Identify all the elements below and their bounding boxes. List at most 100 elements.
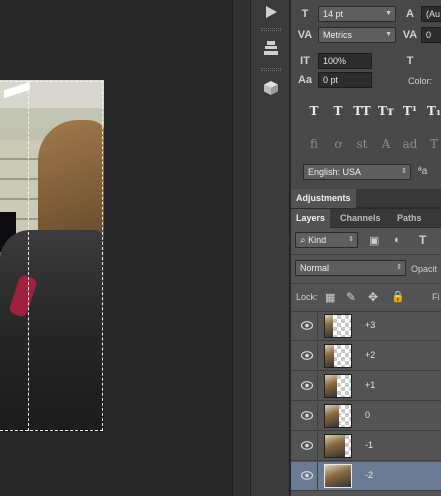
opentype-button[interactable]: st [352, 137, 372, 151]
type-style-button[interactable]: T₁ [424, 104, 441, 118]
leading-value: (Au [426, 9, 441, 19]
filter-kind-value: Kind [308, 235, 327, 245]
selection-marquee-inner[interactable] [28, 81, 31, 431]
character-panel: T 14 pt ▼ A (Au VA Metrics ▼ VA 0 IT 100… [291, 0, 441, 187]
anti-alias-icon[interactable]: ªa [418, 166, 427, 177]
layer-row[interactable]: +3 [291, 312, 441, 341]
fill-label: Fi [432, 292, 440, 302]
layer-thumbnail[interactable] [324, 434, 352, 458]
leading-icon: A [406, 8, 414, 20]
tracking-field[interactable]: 0 [421, 27, 441, 43]
chevron-updown-icon: ⇕ [401, 168, 407, 175]
tracking-icon: VA [402, 29, 418, 41]
vertical-scale-field[interactable]: 100% [318, 53, 372, 69]
clone-source-icon[interactable] [257, 36, 285, 60]
chevron-down-icon: ▼ [385, 31, 392, 38]
filter-kind-dropdown[interactable]: ⌕ Kind ⇕ [295, 232, 358, 248]
layer-row[interactable]: 0 [291, 402, 441, 431]
layer-thumbnail[interactable] [324, 344, 352, 368]
layer-thumbnail-image [325, 315, 333, 337]
panel-divider[interactable] [232, 0, 250, 496]
eye-icon[interactable] [300, 381, 314, 393]
layers-tab-bar: Layers Channels Paths [291, 209, 441, 228]
layer-row[interactable]: -1 [291, 432, 441, 461]
tab-paths[interactable]: Paths [392, 209, 427, 228]
eye-icon[interactable] [300, 321, 314, 333]
panel-icon-strip [250, 0, 290, 496]
selection-marquee[interactable] [0, 81, 103, 431]
type-style-button[interactable]: T¹ [400, 104, 420, 118]
lock-position-icon[interactable]: ✥ [368, 290, 378, 304]
language-value: English: USA [308, 167, 362, 177]
eye-separator [317, 462, 318, 491]
opentype-button[interactable]: fi [304, 137, 324, 151]
layers-separator [291, 254, 441, 255]
pixel-filter-icon[interactable]: ▣ [369, 234, 379, 247]
tracking-value: 0 [426, 30, 432, 40]
opentype-button[interactable]: ơ [328, 137, 348, 151]
font-size-dropdown[interactable]: 14 pt ▼ [318, 6, 396, 22]
layer-thumbnail-image [325, 465, 351, 487]
tab-channels[interactable]: Channels [335, 209, 386, 228]
eye-icon[interactable] [300, 351, 314, 363]
3d-cube-icon[interactable] [257, 76, 285, 100]
opentype-button[interactable]: T [424, 137, 441, 151]
layer-thumbnail[interactable] [324, 404, 352, 428]
layers-panel: ⌕ Kind ⇕ ▣ ◐ T Normal ⇕ Opacit Lock: ▦ ✎… [291, 228, 441, 496]
kerning-value: Metrics [323, 30, 352, 40]
layer-row[interactable]: -2 [291, 462, 441, 491]
strip-grip-2[interactable] [261, 68, 281, 71]
adjustment-filter-icon[interactable]: ◐ [394, 234, 401, 246]
eye-icon[interactable] [300, 471, 314, 483]
chevron-down-icon: ▼ [385, 10, 392, 17]
kerning-dropdown[interactable]: Metrics ▼ [318, 27, 396, 43]
strip-grip[interactable] [261, 28, 281, 31]
baseline-shift-icon: Aa [297, 74, 313, 86]
eye-separator [317, 342, 318, 371]
baseline-shift-value: 0 pt [323, 75, 339, 85]
play-icon[interactable] [257, 0, 285, 24]
lock-all-icon[interactable]: 🔒 [391, 290, 405, 303]
chevron-updown-icon: ⇕ [348, 236, 354, 243]
lock-brush-icon[interactable]: ✎ [346, 290, 356, 304]
eye-icon[interactable] [300, 441, 314, 453]
horizontal-scale-icon: T [406, 55, 414, 67]
search-icon: ⌕ [300, 235, 306, 246]
layer-thumbnail[interactable] [324, 314, 352, 338]
font-size-value: 14 pt [323, 9, 344, 19]
type-style-button[interactable]: TT [352, 104, 372, 118]
layer-thumbnail[interactable] [324, 464, 352, 488]
document-canvas[interactable] [0, 0, 232, 496]
layer-name[interactable]: +2 [365, 350, 375, 360]
layer-thumbnail[interactable] [324, 374, 352, 398]
type-style-button[interactable]: T [328, 104, 348, 118]
layer-name[interactable]: -1 [365, 440, 373, 450]
type-filter-icon[interactable]: T [419, 233, 426, 247]
lock-transparency-icon[interactable]: ▦ [325, 291, 335, 304]
tab-layers[interactable]: Layers [291, 209, 331, 228]
layer-thumbnail-image [325, 345, 334, 367]
layer-name[interactable]: +3 [365, 320, 375, 330]
layer-name[interactable]: -2 [365, 470, 373, 480]
adjustments-tab-bar: Adjustments [291, 189, 441, 208]
type-style-button[interactable]: Tт [376, 104, 396, 118]
baseline-shift-field[interactable]: 0 pt [318, 72, 372, 88]
opentype-button[interactable]: ad [400, 137, 420, 151]
tab-adjustments[interactable]: Adjustments [291, 189, 356, 208]
layer-name[interactable]: +1 [365, 380, 375, 390]
leading-dropdown[interactable]: (Au [421, 6, 441, 22]
layer-row[interactable]: +1 [291, 372, 441, 401]
font-size-icon: T [301, 8, 309, 20]
language-dropdown[interactable]: English: USA ⇕ [303, 164, 411, 180]
color-label: Color: [408, 76, 433, 86]
layer-name[interactable]: 0 [365, 410, 370, 420]
type-style-button[interactable]: T [304, 104, 324, 118]
opentype-button[interactable]: A [376, 137, 396, 151]
kerning-icon: VA [297, 29, 313, 41]
eye-icon[interactable] [300, 411, 314, 423]
eye-separator [317, 312, 318, 341]
layer-thumbnail-image [325, 375, 337, 397]
layer-row[interactable]: +2 [291, 342, 441, 371]
blend-mode-dropdown[interactable]: Normal ⇕ [295, 260, 406, 276]
eye-separator [317, 432, 318, 461]
